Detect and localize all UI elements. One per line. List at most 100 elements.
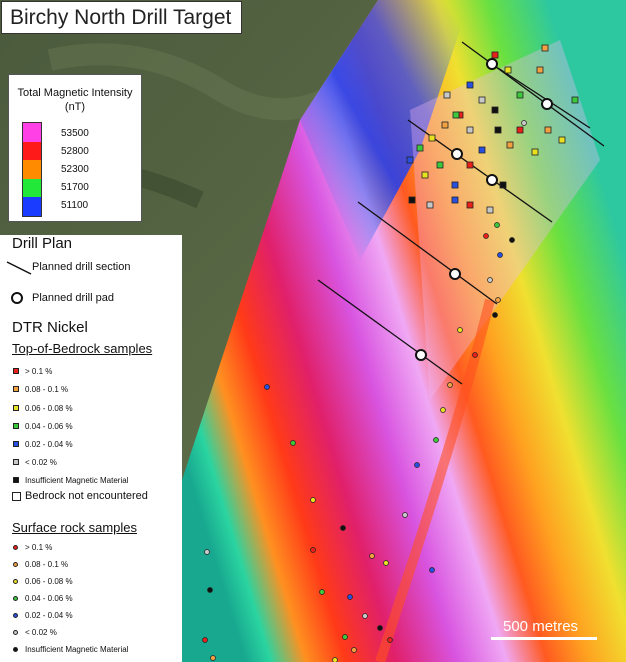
- surface-class-label: 0.06 - 0.08 %: [25, 577, 73, 586]
- bedrock-sample-square[interactable]: [443, 91, 451, 99]
- surface-sample-dot[interactable]: [202, 637, 208, 643]
- surface-sample-dot[interactable]: [347, 594, 353, 600]
- surface-sample-dot[interactable]: [521, 120, 527, 126]
- surface-sample-dot[interactable]: [204, 549, 210, 555]
- surface-sample-dot[interactable]: [457, 327, 463, 333]
- surface-sample-dot[interactable]: [383, 560, 389, 566]
- surface-sample-dot[interactable]: [472, 352, 478, 358]
- surface-sample-dot[interactable]: [492, 312, 498, 318]
- bedrock-sample-square[interactable]: [491, 51, 499, 59]
- surface-class-label: 0.04 - 0.06 %: [25, 594, 73, 603]
- drill-pad-marker[interactable]: [486, 174, 498, 186]
- surface-sample-dot[interactable]: [319, 589, 325, 595]
- bedrock-sample-square[interactable]: [478, 96, 486, 104]
- drill-pad-marker[interactable]: [486, 58, 498, 70]
- bedrock-sample-square[interactable]: [408, 196, 416, 204]
- bedrock-sample-square[interactable]: [536, 66, 544, 74]
- surface-sample-dot[interactable]: [362, 613, 368, 619]
- bedrock-sample-square[interactable]: [571, 96, 579, 104]
- color-ramp: [22, 122, 42, 217]
- surface-sample-dot[interactable]: [414, 462, 420, 468]
- surface-sample-dot[interactable]: [310, 497, 316, 503]
- bedrock-sample-square[interactable]: [441, 121, 449, 129]
- magnetic-intensity-legend: Total Magnetic Intensity (nT) 53500 5280…: [8, 74, 142, 222]
- bedrock-sample-square[interactable]: [421, 171, 429, 179]
- surface-heading: Surface rock samples: [12, 520, 137, 535]
- surface-sample-dot[interactable]: [210, 655, 216, 661]
- surface-sample-dot[interactable]: [509, 237, 515, 243]
- surface-sample-dot[interactable]: [429, 567, 435, 573]
- surface-swatch: [13, 562, 18, 567]
- bedrock-sample-square[interactable]: [416, 144, 424, 152]
- bedrock-sample-square[interactable]: [516, 126, 524, 134]
- bedrock-sample-square[interactable]: [451, 181, 459, 189]
- bedrock-sample-square[interactable]: [436, 161, 444, 169]
- surface-class-label: 0.02 - 0.04 %: [25, 611, 73, 620]
- surface-sample-dot[interactable]: [290, 440, 296, 446]
- bedrock-class-label: 0.06 - 0.08 %: [25, 404, 73, 413]
- surface-sample-dot[interactable]: [351, 647, 357, 653]
- ramp-51100: [23, 197, 41, 216]
- bedrock-sample-square[interactable]: [451, 196, 459, 204]
- surface-sample-dot[interactable]: [483, 233, 489, 239]
- bedrock-sample-square[interactable]: [428, 134, 436, 142]
- bedrock-swatch: [12, 492, 21, 501]
- ramp-51700: [23, 178, 41, 198]
- bedrock-sample-square[interactable]: [544, 126, 552, 134]
- drill-plan-heading: Drill Plan: [12, 235, 73, 252]
- surface-sample-dot[interactable]: [332, 657, 338, 662]
- ramp-label: 51100: [61, 200, 89, 211]
- surface-sample-dot[interactable]: [494, 222, 500, 228]
- bedrock-sample-square[interactable]: [506, 141, 514, 149]
- surface-sample-dot[interactable]: [207, 587, 213, 593]
- bedrock-swatch: [13, 459, 19, 465]
- bedrock-sample-square[interactable]: [426, 201, 434, 209]
- surface-sample-dot[interactable]: [447, 382, 453, 388]
- surface-sample-dot[interactable]: [369, 553, 375, 559]
- surface-swatch: [13, 647, 18, 652]
- surface-sample-dot[interactable]: [402, 512, 408, 518]
- bedrock-class-label: Bedrock not encountered: [25, 490, 148, 502]
- bedrock-sample-square[interactable]: [499, 181, 507, 189]
- surface-sample-dot[interactable]: [487, 277, 493, 283]
- surface-sample-dot[interactable]: [342, 634, 348, 640]
- bedrock-sample-square[interactable]: [466, 201, 474, 209]
- bedrock-sample-square[interactable]: [558, 136, 566, 144]
- bedrock-sample-square[interactable]: [452, 111, 460, 119]
- bedrock-swatch: [13, 368, 19, 374]
- map-title: Birchy North Drill Target: [1, 1, 242, 34]
- legend-panel: Drill Plan Planned drill section Planned…: [0, 235, 182, 662]
- bedrock-sample-square[interactable]: [478, 146, 486, 154]
- surface-sample-dot[interactable]: [433, 437, 439, 443]
- surface-sample-dot[interactable]: [387, 637, 393, 643]
- bedrock-sample-square[interactable]: [494, 126, 502, 134]
- bedrock-sample-square[interactable]: [486, 206, 494, 214]
- surface-sample-dot[interactable]: [440, 407, 446, 413]
- legend-title: Total Magnetic Intensity (nT): [17, 87, 133, 113]
- surface-sample-dot[interactable]: [264, 384, 270, 390]
- surface-class-label: 0.08 - 0.1 %: [25, 560, 69, 569]
- bedrock-sample-square[interactable]: [466, 126, 474, 134]
- drill-pad-marker[interactable]: [451, 148, 463, 160]
- bedrock-swatch: [13, 441, 19, 447]
- bedrock-sample-square[interactable]: [541, 44, 549, 52]
- bedrock-sample-square[interactable]: [466, 161, 474, 169]
- surface-sample-dot[interactable]: [497, 252, 503, 258]
- drill-section-symbol: [6, 261, 32, 275]
- drill-pad-label: Planned drill pad: [32, 292, 114, 304]
- bedrock-sample-square[interactable]: [406, 156, 414, 164]
- surface-sample-dot[interactable]: [495, 297, 501, 303]
- bedrock-class-label: 0.08 - 0.1 %: [25, 385, 69, 394]
- bedrock-sample-square[interactable]: [531, 148, 539, 156]
- bedrock-sample-square[interactable]: [491, 106, 499, 114]
- surface-sample-dot[interactable]: [310, 547, 316, 553]
- ramp-label: 52300: [61, 164, 89, 175]
- surface-sample-dot[interactable]: [377, 625, 383, 631]
- drill-pad-marker[interactable]: [541, 98, 553, 110]
- drill-pad-marker[interactable]: [449, 268, 461, 280]
- surface-sample-dot[interactable]: [340, 525, 346, 531]
- bedrock-sample-square[interactable]: [466, 81, 474, 89]
- bedrock-sample-square[interactable]: [516, 91, 524, 99]
- bedrock-sample-square[interactable]: [504, 66, 512, 74]
- drill-pad-marker[interactable]: [415, 349, 427, 361]
